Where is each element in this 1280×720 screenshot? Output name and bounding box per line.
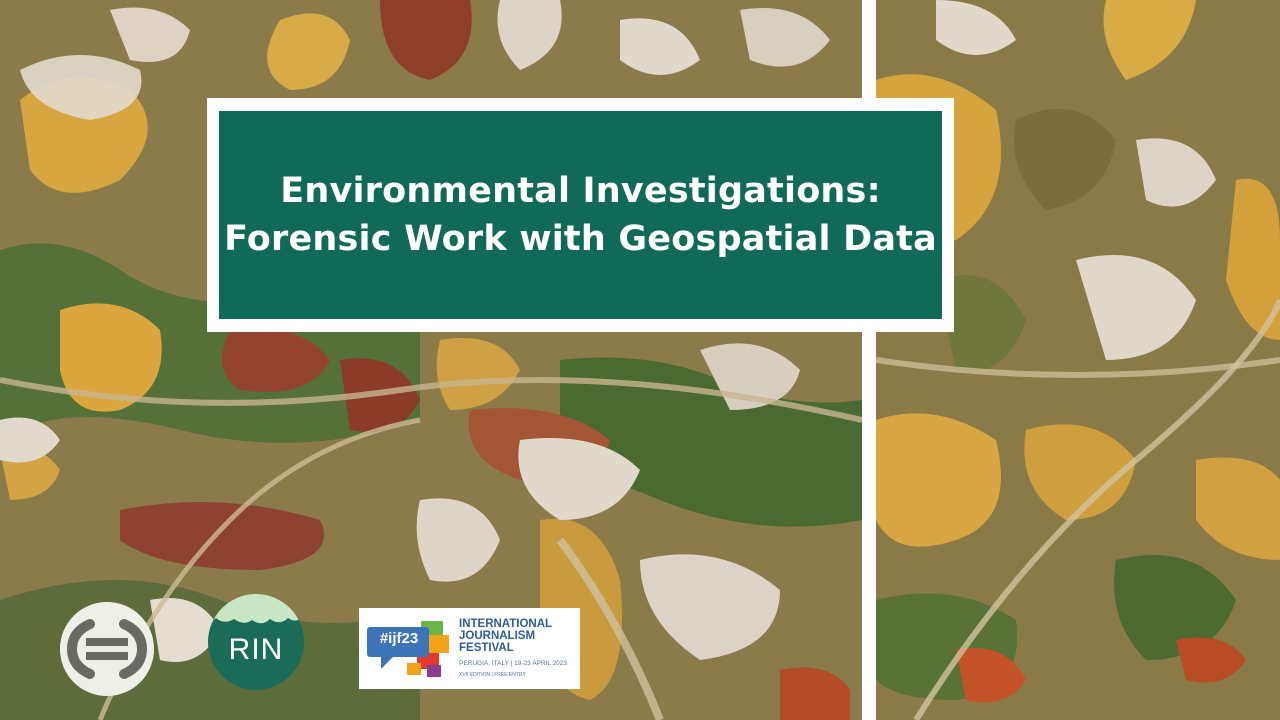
ijf-speech-bubbles-icon (367, 621, 449, 677)
ijf-name-line-3: FESTIVAL (459, 642, 514, 654)
ijf-name-line-2: JOURNALISM (459, 630, 536, 642)
ijf-edition: XVII EDITION | FREE ENTRY (459, 672, 526, 678)
oc-logo-mark (60, 602, 154, 696)
title-line-1: Environmental Investigations: (280, 171, 881, 211)
ijf-logo-card: #ijf23 INTERNATIONAL JOURNALISM FESTIVAL… (359, 608, 580, 689)
ijf-date: PERUGIA, ITALY | 19-23 APRIL 2023 (459, 660, 568, 667)
title-line-2: Forensic Work with Geospatial Data (224, 219, 937, 259)
rin-canopy-icon (208, 594, 304, 624)
title-banner: Environmental Investigations: Forensic W… (219, 111, 942, 319)
rin-logo-text: RIN (228, 633, 284, 666)
oc-logo-icon (60, 602, 154, 696)
ijf-name-line-1: INTERNATIONAL (459, 618, 553, 630)
ijf-hashtag: #ijf23 (379, 630, 419, 647)
ijf-festival-name: INTERNATIONAL JOURNALISM FESTIVAL (459, 618, 577, 654)
rin-logo: RIN (208, 594, 304, 690)
